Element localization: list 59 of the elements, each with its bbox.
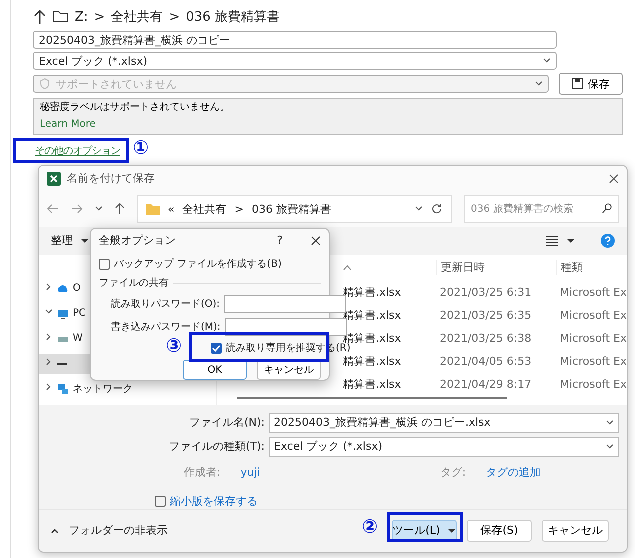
path-separator: > bbox=[234, 202, 244, 216]
column-header[interactable]: 種類 bbox=[556, 260, 627, 276]
date-cell-text: 2021/03/25 6:38 bbox=[438, 332, 533, 345]
nav-item[interactable]: W bbox=[73, 333, 83, 344]
thumbnail-label[interactable]: 縮小版を保存する bbox=[170, 494, 258, 509]
notice-text: 秘密度ラベルはサポートされていません。 bbox=[40, 102, 231, 114]
type-cell-text: Microsoft Ex bbox=[558, 378, 627, 391]
date-cell-text: 2021/03/25 6:31 bbox=[438, 286, 533, 299]
date-cell-text: 2021/04/05 6:53 bbox=[438, 354, 533, 368]
path-segment[interactable]: 036 旅費精算書 bbox=[186, 8, 280, 26]
type-cell-text: Microsoft Ex bbox=[558, 308, 627, 322]
step-number: ③ bbox=[166, 337, 182, 356]
path-segment[interactable]: 全社共有 bbox=[111, 8, 164, 26]
path-separator: > bbox=[169, 10, 180, 24]
path-segment[interactable]: 036 旅費精算書 bbox=[252, 202, 332, 217]
type-cell-text: Microsoft Ex bbox=[558, 354, 627, 368]
add-tags-link[interactable]: タグの追加 bbox=[486, 464, 542, 480]
column-header[interactable]: 更新日時 bbox=[436, 260, 556, 276]
hide-folders-toggle[interactable]: フォルダーの非表示 bbox=[69, 523, 168, 538]
step-number: ① bbox=[133, 139, 150, 158]
field-label: ファイル名(N): bbox=[188, 415, 265, 430]
type-cell-text: Microsoft Ex bbox=[558, 332, 627, 345]
author-label: 作成者: bbox=[184, 464, 221, 480]
type-cell-text: Microsoft Ex bbox=[558, 286, 627, 299]
tools-menu-button[interactable]: ツール(L) bbox=[392, 520, 457, 542]
file-name-field[interactable]: 20250403_旅費精算書_横浜 のコピー.xlsx bbox=[269, 412, 619, 433]
help-button[interactable]: ? bbox=[277, 234, 283, 247]
ok-button[interactable]: OK bbox=[183, 360, 247, 380]
file-name-field[interactable]: 20250403_旅費精算書_横浜 のコピー bbox=[33, 31, 557, 49]
organize-menu[interactable]: 整理 bbox=[51, 230, 89, 252]
field-label: ファイルの種類(T): bbox=[168, 439, 265, 454]
field-label: 書き込みパスワード(M): bbox=[111, 320, 221, 334]
tags-label: タグ: bbox=[440, 464, 466, 480]
cancel-button[interactable]: キャンセル bbox=[542, 520, 609, 542]
search-field[interactable]: 036 旅費精算書の検索 bbox=[464, 195, 619, 224]
field-label: 読み取りパスワード(O): bbox=[111, 298, 220, 311]
path-separator: > bbox=[94, 10, 106, 24]
file-type-select[interactable]: Excel ブック (*.xlsx) bbox=[269, 436, 619, 457]
nav-item[interactable]: ネットワーク bbox=[73, 382, 133, 396]
author-link[interactable]: yuji bbox=[240, 466, 260, 479]
path-segment[interactable]: 全社共有 bbox=[182, 202, 227, 217]
file-type-select[interactable]: Excel ブック (*.xlsx) bbox=[33, 52, 557, 70]
nav-item[interactable]: PC bbox=[73, 308, 86, 320]
date-cell-text: 2021/03/25 6:35 bbox=[438, 308, 533, 322]
save-button[interactable]: 保存 bbox=[559, 73, 623, 95]
more-options-link[interactable]: その他のオプション bbox=[35, 144, 120, 158]
address-bar[interactable]: « 全社共有 > 036 旅費精算書 bbox=[137, 195, 452, 224]
dialog-title: 名前を付けて保存 bbox=[67, 171, 156, 186]
cancel-button[interactable]: キャンセル bbox=[257, 360, 321, 380]
overflow-chevron[interactable]: « bbox=[168, 202, 175, 216]
path-segment[interactable]: Z: bbox=[75, 10, 88, 24]
checkbox-label[interactable]: バックアップ ファイルを作成する(B) bbox=[114, 257, 282, 271]
dialog-title: 全般オプション bbox=[99, 233, 177, 248]
step-number: ② bbox=[362, 518, 378, 537]
nav-item[interactable]: O bbox=[73, 283, 81, 294]
save-button[interactable]: 保存(S) bbox=[467, 520, 532, 542]
date-cell-text: 2021/04/29 8:17 bbox=[438, 378, 533, 391]
learn-more-link[interactable]: Learn More bbox=[40, 119, 96, 131]
group-label: ファイルの共有 bbox=[99, 276, 169, 290]
